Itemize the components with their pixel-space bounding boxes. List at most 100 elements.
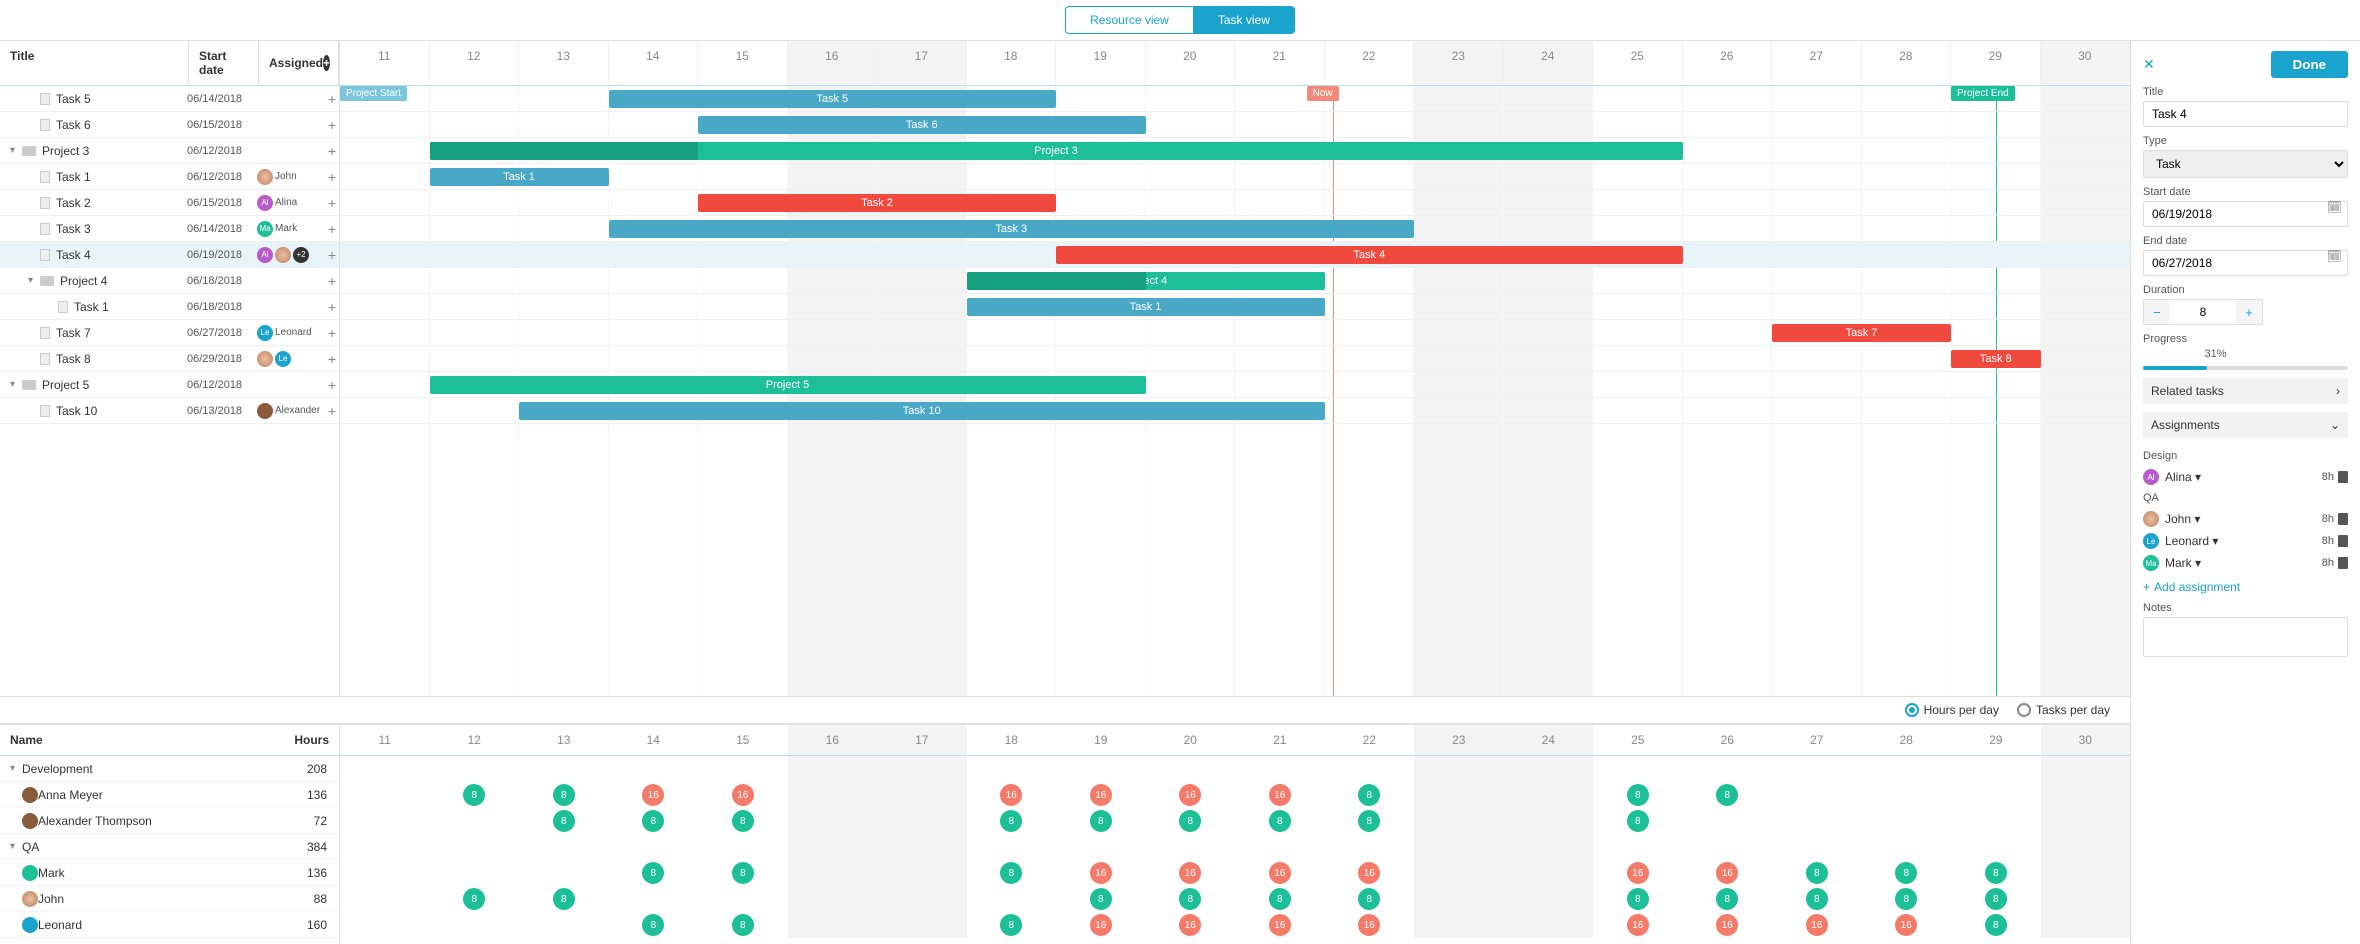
add-row-button[interactable]: +	[325, 169, 339, 185]
add-row-button[interactable]: +	[325, 195, 339, 211]
timeline-row[interactable]: Task 3	[340, 216, 2130, 242]
workload-chip[interactable]: 8	[1806, 862, 1828, 884]
workload-chip[interactable]: 16	[1895, 914, 1917, 936]
workload-chip[interactable]: 16	[1716, 862, 1738, 884]
notes-textarea[interactable]	[2143, 617, 2348, 657]
workload-chip[interactable]: 16	[1269, 914, 1291, 936]
gantt-bar[interactable]: Task 1	[430, 168, 609, 186]
tree-row[interactable]: Task 6 06/15/2018 +	[0, 112, 339, 138]
workload-chip[interactable]: 8	[463, 784, 485, 806]
assignee-name[interactable]: John ▾	[2165, 512, 2200, 526]
workload-chip[interactable]: 16	[1090, 914, 1112, 936]
timeline-row[interactable]: Task 6	[340, 112, 2130, 138]
workload-chip[interactable]: 8	[1627, 784, 1649, 806]
delete-icon[interactable]	[2338, 535, 2348, 547]
workload-chip[interactable]: 16	[1716, 914, 1738, 936]
assignee-name[interactable]: Leonard ▾	[2165, 534, 2218, 548]
workload-chip[interactable]: 16	[1627, 862, 1649, 884]
tree-row[interactable]: Task 4 06/19/2018 Al+2 +	[0, 242, 339, 268]
collapse-caret-icon[interactable]: ▾	[28, 275, 40, 286]
workload-chip[interactable]: 16	[1090, 784, 1112, 806]
add-row-button[interactable]: +	[325, 143, 339, 159]
tree-row[interactable]: ▾ Project 5 06/12/2018 +	[0, 372, 339, 398]
collapse-caret-icon[interactable]: ▾	[10, 841, 22, 852]
timeline[interactable]: Project StartNowProject End Task 5 Task …	[340, 86, 2130, 696]
add-row-button[interactable]: +	[325, 91, 339, 107]
workload-chip[interactable]: 8	[1000, 862, 1022, 884]
workload-chip[interactable]: 8	[1895, 888, 1917, 910]
gantt-bar[interactable]: Task 7	[1772, 324, 1951, 342]
workload-chip[interactable]: 8	[1358, 888, 1380, 910]
gantt-bar[interactable]: Task 3	[609, 220, 1415, 238]
duration-minus[interactable]: −	[2144, 300, 2170, 324]
resource-person-row[interactable]: Leonard 160	[0, 912, 339, 938]
tree-row[interactable]: Task 5 06/14/2018 +	[0, 86, 339, 112]
workload-chip[interactable]: 8	[642, 862, 664, 884]
tree-row[interactable]: Task 8 06/29/2018 Le +	[0, 346, 339, 372]
workload-chip[interactable]: 8	[642, 914, 664, 936]
related-tasks-toggle[interactable]: Related tasks›	[2143, 378, 2348, 404]
workload-chip[interactable]: 8	[732, 914, 754, 936]
workload-chip[interactable]: 8	[1806, 888, 1828, 910]
workload-chip[interactable]: 8	[553, 784, 575, 806]
workload-chip[interactable]: 16	[642, 784, 664, 806]
gantt-bar[interactable]: Project 5	[430, 376, 1146, 394]
gantt-bar[interactable]: Task 6	[698, 116, 1146, 134]
workload-chip[interactable]: 8	[1000, 914, 1022, 936]
workload-chip[interactable]: 8	[1627, 888, 1649, 910]
resource-person-row[interactable]: Anna Meyer 136	[0, 782, 339, 808]
workload-chip[interactable]: 8	[1627, 810, 1649, 832]
hours-per-day-radio[interactable]: Hours per day	[1905, 703, 1999, 717]
gantt-bar[interactable]: Task 10	[519, 402, 1325, 420]
gantt-bar[interactable]: Task 1	[967, 298, 1325, 316]
duration-plus[interactable]: +	[2236, 300, 2262, 324]
gantt-bar[interactable]: Task 5	[609, 90, 1057, 108]
collapse-caret-icon[interactable]: ▾	[10, 763, 22, 774]
task-view-tab[interactable]: Task view	[1194, 6, 1295, 34]
timeline-row[interactable]: Task 7	[340, 320, 2130, 346]
add-row-button[interactable]: +	[325, 403, 339, 419]
column-start-date[interactable]: Start date	[189, 41, 259, 85]
resource-person-row[interactable]: Alexander Thompson 72	[0, 808, 339, 834]
workload-chip[interactable]: 8	[1090, 810, 1112, 832]
calendar-icon[interactable]: 🗓	[2327, 200, 2342, 214]
workload-chip[interactable]: 8	[1716, 784, 1738, 806]
tree-row[interactable]: Task 10 06/13/2018 Alexander +	[0, 398, 339, 424]
timeline-row[interactable]: Task 8	[340, 346, 2130, 372]
collapse-caret-icon[interactable]: ▾	[10, 379, 22, 390]
resource-group-row[interactable]: ▾ Development 208	[0, 756, 339, 782]
workload-chip[interactable]: 16	[1179, 862, 1201, 884]
add-row-button[interactable]: +	[325, 377, 339, 393]
tree-row[interactable]: ▾ Project 3 06/12/2018 +	[0, 138, 339, 164]
workload-chip[interactable]: 8	[1090, 888, 1112, 910]
workload-chip[interactable]: 8	[1358, 810, 1380, 832]
workload-chip[interactable]: 8	[1179, 810, 1201, 832]
workload-chip[interactable]: 8	[1985, 862, 2007, 884]
resource-hours-column[interactable]: Hours	[279, 725, 339, 755]
delete-icon[interactable]	[2338, 513, 2348, 525]
close-icon[interactable]: ✕	[2143, 56, 2155, 73]
workload-chip[interactable]: 8	[732, 810, 754, 832]
add-row-button[interactable]: +	[325, 117, 339, 133]
add-row-button[interactable]: +	[325, 247, 339, 263]
collapse-caret-icon[interactable]: ▾	[10, 145, 22, 156]
delete-icon[interactable]	[2338, 557, 2348, 569]
workload-chip[interactable]: 8	[1895, 862, 1917, 884]
workload-chip[interactable]: 8	[1269, 810, 1291, 832]
resource-group-row[interactable]: ▾ QA 384	[0, 834, 339, 860]
column-assigned[interactable]: Assigned +	[259, 41, 339, 85]
add-assignment-button[interactable]: + Add assignment	[2143, 580, 2348, 594]
workload-chip[interactable]: 8	[1269, 888, 1291, 910]
workload-chip[interactable]: 8	[1000, 810, 1022, 832]
workload-chip[interactable]: 8	[1716, 888, 1738, 910]
end-date-input[interactable]	[2143, 250, 2348, 276]
calendar-icon[interactable]: 🗓	[2327, 249, 2342, 263]
add-row-button[interactable]: +	[325, 325, 339, 341]
workload-chip[interactable]: 16	[1000, 784, 1022, 806]
workload-chip[interactable]: 16	[1179, 784, 1201, 806]
workload-chip[interactable]: 8	[463, 888, 485, 910]
workload-chip[interactable]: 8	[1179, 888, 1201, 910]
progress-slider[interactable]	[2143, 366, 2348, 370]
resource-name-column[interactable]: Name	[0, 725, 279, 755]
workload-chip[interactable]: 16	[1358, 914, 1380, 936]
